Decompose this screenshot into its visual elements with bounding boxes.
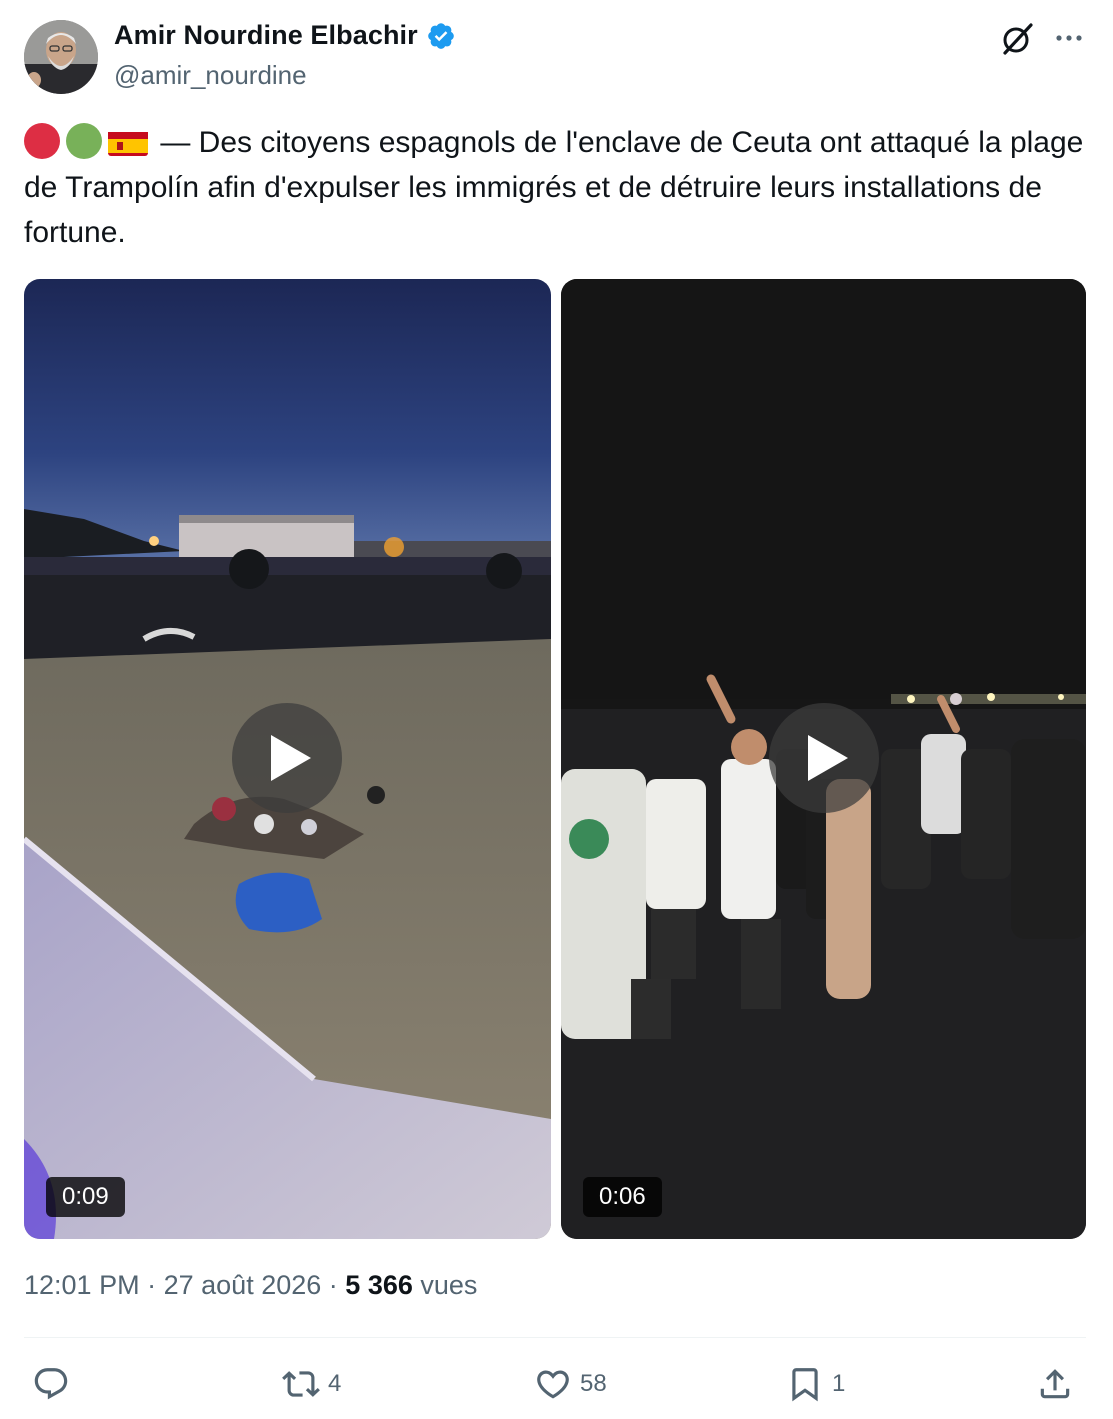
media-grid: 0:09 0:06	[24, 279, 1086, 1239]
video-duration: 0:09	[46, 1177, 125, 1217]
green-circle-emoji	[66, 123, 102, 159]
avatar[interactable]	[24, 20, 98, 94]
author-display-name[interactable]: Amir Nourdine Elbachir	[114, 20, 418, 51]
views-count: 5 366	[345, 1270, 413, 1300]
grok-icon[interactable]	[1000, 22, 1034, 56]
tweet-meta: 12:01 PM · 27 août 2026 · 5 366 vues	[24, 1270, 477, 1301]
share-button[interactable]	[1036, 1358, 1074, 1410]
video-2[interactable]: 0:06	[561, 279, 1086, 1239]
play-icon	[808, 735, 848, 781]
red-circle-emoji	[24, 123, 60, 159]
tweet-text: — Des citoyens espagnols de l'enclave de…	[24, 126, 1084, 249]
heart-icon	[537, 1370, 569, 1399]
tweet-date[interactable]: 27 août 2026	[164, 1270, 322, 1300]
reply-icon	[34, 1368, 68, 1400]
verified-badge-icon	[426, 21, 456, 51]
retweet-icon	[282, 1371, 320, 1397]
author-handle[interactable]: @amir_nourdine	[114, 60, 307, 91]
like-button[interactable]: 58	[534, 1358, 607, 1410]
action-bar: 4 58 1	[24, 1358, 1086, 1410]
play-button[interactable]	[232, 703, 342, 813]
more-options-icon[interactable]	[1054, 26, 1084, 50]
play-button[interactable]	[769, 703, 879, 813]
tweet-text-block: — Des citoyens espagnols de l'enclave de…	[24, 120, 1090, 255]
tweet-time[interactable]: 12:01 PM	[24, 1270, 140, 1300]
play-icon	[271, 735, 311, 781]
share-icon	[1040, 1369, 1070, 1399]
tweet-header: Amir Nourdine Elbachir @amir_nourdine	[24, 18, 1086, 98]
video-duration: 0:06	[583, 1177, 662, 1217]
video-1[interactable]: 0:09	[24, 279, 551, 1239]
bookmark-icon	[792, 1368, 818, 1402]
meta-separator: ·	[328, 1270, 338, 1300]
author-name-row: Amir Nourdine Elbachir	[114, 20, 456, 51]
reply-button[interactable]	[32, 1358, 78, 1410]
retweet-count: 4	[328, 1370, 342, 1397]
meta-separator: ·	[147, 1270, 157, 1300]
bookmark-button[interactable]: 1	[786, 1358, 845, 1410]
bookmark-count: 1	[832, 1370, 846, 1397]
like-count: 58	[580, 1370, 607, 1397]
divider	[24, 1337, 1086, 1338]
retweet-button[interactable]: 4	[282, 1358, 341, 1410]
views-label: vues	[420, 1270, 478, 1300]
spain-flag-emoji	[108, 128, 148, 156]
